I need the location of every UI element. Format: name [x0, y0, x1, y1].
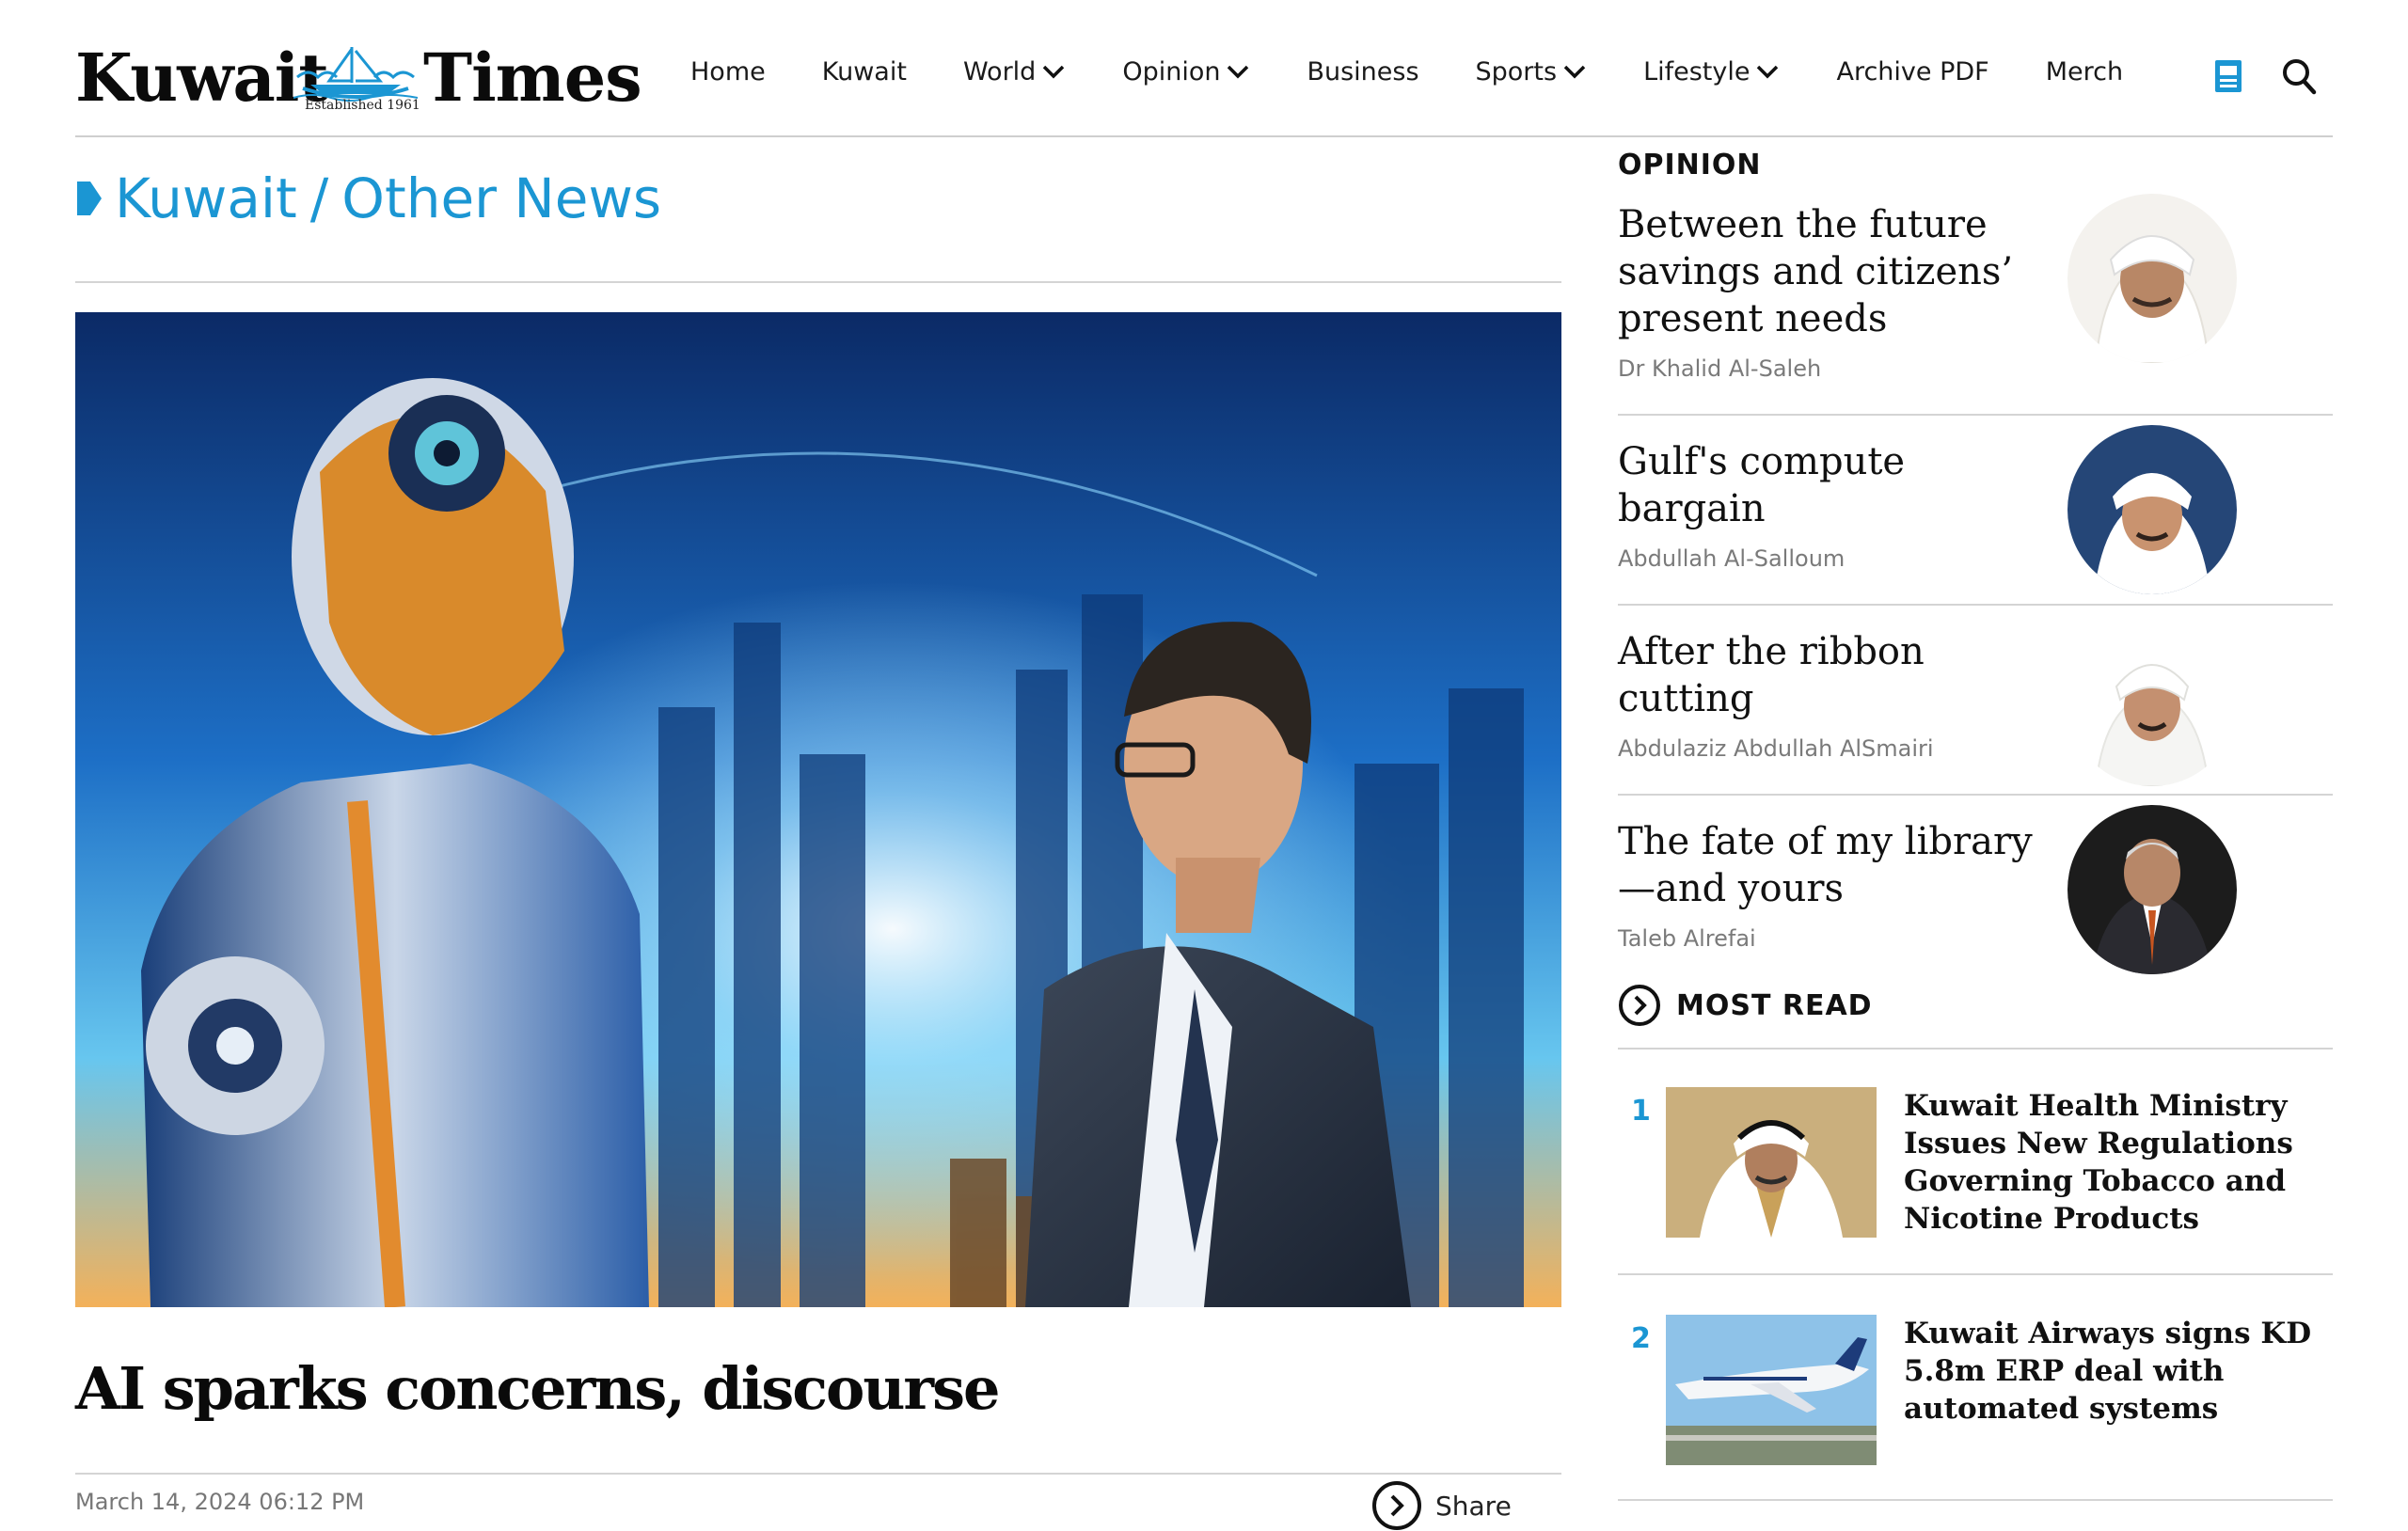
- nav-label: Archive PDF: [1836, 56, 1989, 87]
- nav-label: Business: [1307, 56, 1419, 87]
- opinion-author[interactable]: Taleb Alrefai: [1618, 925, 1756, 952]
- most-read-header: MOST READ: [1618, 984, 1873, 1027]
- nav-label: Kuwait: [821, 56, 907, 87]
- breadcrumb-section[interactable]: Kuwait: [115, 166, 297, 230]
- opinion-item[interactable]: Between the future savings and citizens’…: [1618, 194, 2333, 416]
- opinion-divider: [1618, 604, 2333, 606]
- article-dateline: March 14, 2024 06:12 PM: [75, 1489, 365, 1515]
- most-read-divider: [1618, 1499, 2333, 1501]
- header-divider: [75, 135, 2333, 137]
- chevron-circle-icon: [1619, 985, 1660, 1026]
- most-read-divider: [1618, 1273, 2333, 1275]
- opinion-author[interactable]: Abdullah Al-Salloum: [1618, 545, 1845, 572]
- site-logo[interactable]: Kuwait Established 1961 Times: [75, 36, 642, 120]
- opinion-item[interactable]: After the ribbon cutting Abdulaziz Abdul…: [1618, 617, 2333, 796]
- chevron-down-icon: [1757, 65, 1779, 79]
- most-read-divider: [1618, 1048, 2333, 1050]
- most-read-thumbnail[interactable]: [1666, 1315, 1877, 1465]
- author-avatar: [2067, 425, 2237, 594]
- nav-label: Merch: [2045, 56, 2124, 87]
- nav-item-merch[interactable]: Merch: [2046, 57, 2123, 87]
- share-icon: [1372, 1481, 1421, 1530]
- logo-word-times: Times: [423, 39, 642, 117]
- search-icon[interactable]: [2280, 56, 2318, 96]
- share-label: Share: [1435, 1490, 1512, 1522]
- most-read-rank: 2: [1631, 1322, 1651, 1355]
- main-nav: Home Kuwait World Opinion Business Sport…: [690, 53, 2179, 90]
- share-button[interactable]: Share: [1371, 1480, 1512, 1531]
- author-avatar: [2067, 617, 2237, 786]
- nav-item-archive-pdf[interactable]: Archive PDF: [1836, 57, 1988, 87]
- nav-item-opinion[interactable]: Opinion: [1122, 57, 1250, 87]
- site-header: Kuwait Established 1961 Times Home Kuwai…: [0, 0, 2408, 137]
- nav-label: Home: [690, 56, 766, 87]
- nav-label: Opinion: [1122, 56, 1221, 87]
- opinion-heading: OPINION: [1618, 149, 1762, 182]
- most-read-rank: 1: [1631, 1095, 1651, 1128]
- breadcrumb-subsection[interactable]: Other News: [341, 166, 661, 230]
- most-read-title[interactable]: Kuwait Airways signs KD 5.8m ERP deal wi…: [1904, 1315, 2337, 1428]
- logo-established: Established 1961: [305, 98, 420, 113]
- nav-item-business[interactable]: Business: [1307, 57, 1418, 87]
- author-avatar: [2067, 194, 2237, 363]
- opinion-title[interactable]: Gulf's compute bargain: [1618, 438, 2060, 532]
- nav-item-lifestyle[interactable]: Lifestyle: [1643, 57, 1780, 87]
- most-read-title[interactable]: Kuwait Health Ministry Issues New Regula…: [1904, 1087, 2337, 1238]
- nav-item-sports[interactable]: Sports: [1476, 57, 1588, 87]
- author-avatar: [2067, 805, 2237, 974]
- nav-item-world[interactable]: World: [963, 57, 1066, 87]
- hero-image: [75, 312, 1561, 1307]
- opinion-divider: [1618, 794, 2333, 796]
- article-headline: AI sparks concerns, discourse: [75, 1354, 1000, 1423]
- opinion-title[interactable]: After the ribbon cutting: [1618, 628, 2060, 722]
- chevron-down-icon: [1563, 65, 1586, 79]
- opinion-author[interactable]: Dr Khalid Al-Saleh: [1618, 355, 1821, 382]
- breadcrumb-marker-icon: [77, 182, 102, 215]
- nav-item-kuwait[interactable]: Kuwait: [822, 57, 907, 87]
- most-read-thumbnail[interactable]: [1666, 1087, 1877, 1238]
- breadcrumb-separator: /: [309, 166, 329, 230]
- epaper-icon[interactable]: [2213, 58, 2243, 94]
- dhow-emblem-icon: [293, 47, 418, 102]
- nav-label: Sports: [1475, 56, 1558, 87]
- nav-item-home[interactable]: Home: [690, 57, 766, 87]
- opinion-item[interactable]: Gulf's compute bargain Abdullah Al-Sallo…: [1618, 425, 2333, 606]
- opinion-author[interactable]: Abdulaziz Abdullah AlSmairi: [1618, 735, 1934, 762]
- opinion-divider: [1618, 414, 2333, 416]
- opinion-title[interactable]: The fate of my library—and yours: [1618, 818, 2060, 912]
- opinion-item[interactable]: The fate of my library—and yours Taleb A…: [1618, 805, 2333, 974]
- chevron-down-icon: [1228, 65, 1249, 79]
- breadcrumb: Kuwait / Other News: [75, 166, 661, 231]
- chevron-down-icon: [1043, 65, 1065, 79]
- nav-label: World: [962, 56, 1037, 87]
- logo-word-kuwait: Kuwait: [75, 39, 329, 117]
- most-read-heading: MOST READ: [1676, 988, 1873, 1022]
- nav-label: Lifestyle: [1643, 56, 1751, 87]
- headline-divider: [75, 1473, 1561, 1475]
- opinion-title[interactable]: Between the future savings and citizens’…: [1618, 201, 2060, 342]
- hero-illustration: [75, 312, 1561, 1307]
- breadcrumb-divider: [75, 281, 1561, 283]
